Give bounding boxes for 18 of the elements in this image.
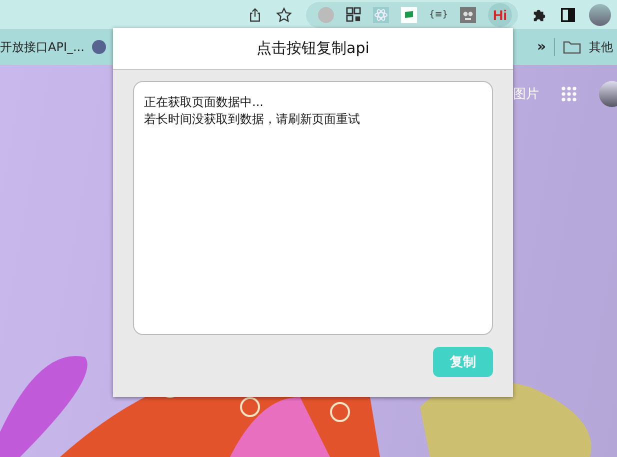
bookmark-folder[interactable]: 其他 (589, 38, 613, 56)
more-bookmarks-button[interactable]: » (536, 39, 546, 55)
site-icon[interactable] (92, 40, 106, 54)
share-icon[interactable] (248, 6, 262, 22)
status-message: 正在获取页面数据中... (144, 94, 264, 111)
side-panel-icon[interactable] (561, 8, 575, 22)
puzzle-icon[interactable] (532, 7, 547, 22)
popup-title: 点击按钮复制api (113, 28, 513, 70)
bookmark-link[interactable]: 开放接口API_... (0, 38, 84, 56)
robot-icon[interactable] (460, 6, 476, 22)
folder-icon[interactable] (563, 40, 581, 54)
braces-icon[interactable]: {≡} (429, 10, 448, 20)
star-icon[interactable] (276, 6, 292, 22)
qr-code-icon[interactable] (346, 7, 361, 22)
output-text-area[interactable]: 正在获取页面数据中... 若长时间没获取到数据，请刷新页面重试 (133, 81, 493, 335)
flag-icon[interactable] (401, 6, 417, 22)
profile-avatar[interactable] (589, 4, 611, 26)
status-message: 若长时间没获取到数据，请刷新页面重试 (144, 111, 361, 128)
